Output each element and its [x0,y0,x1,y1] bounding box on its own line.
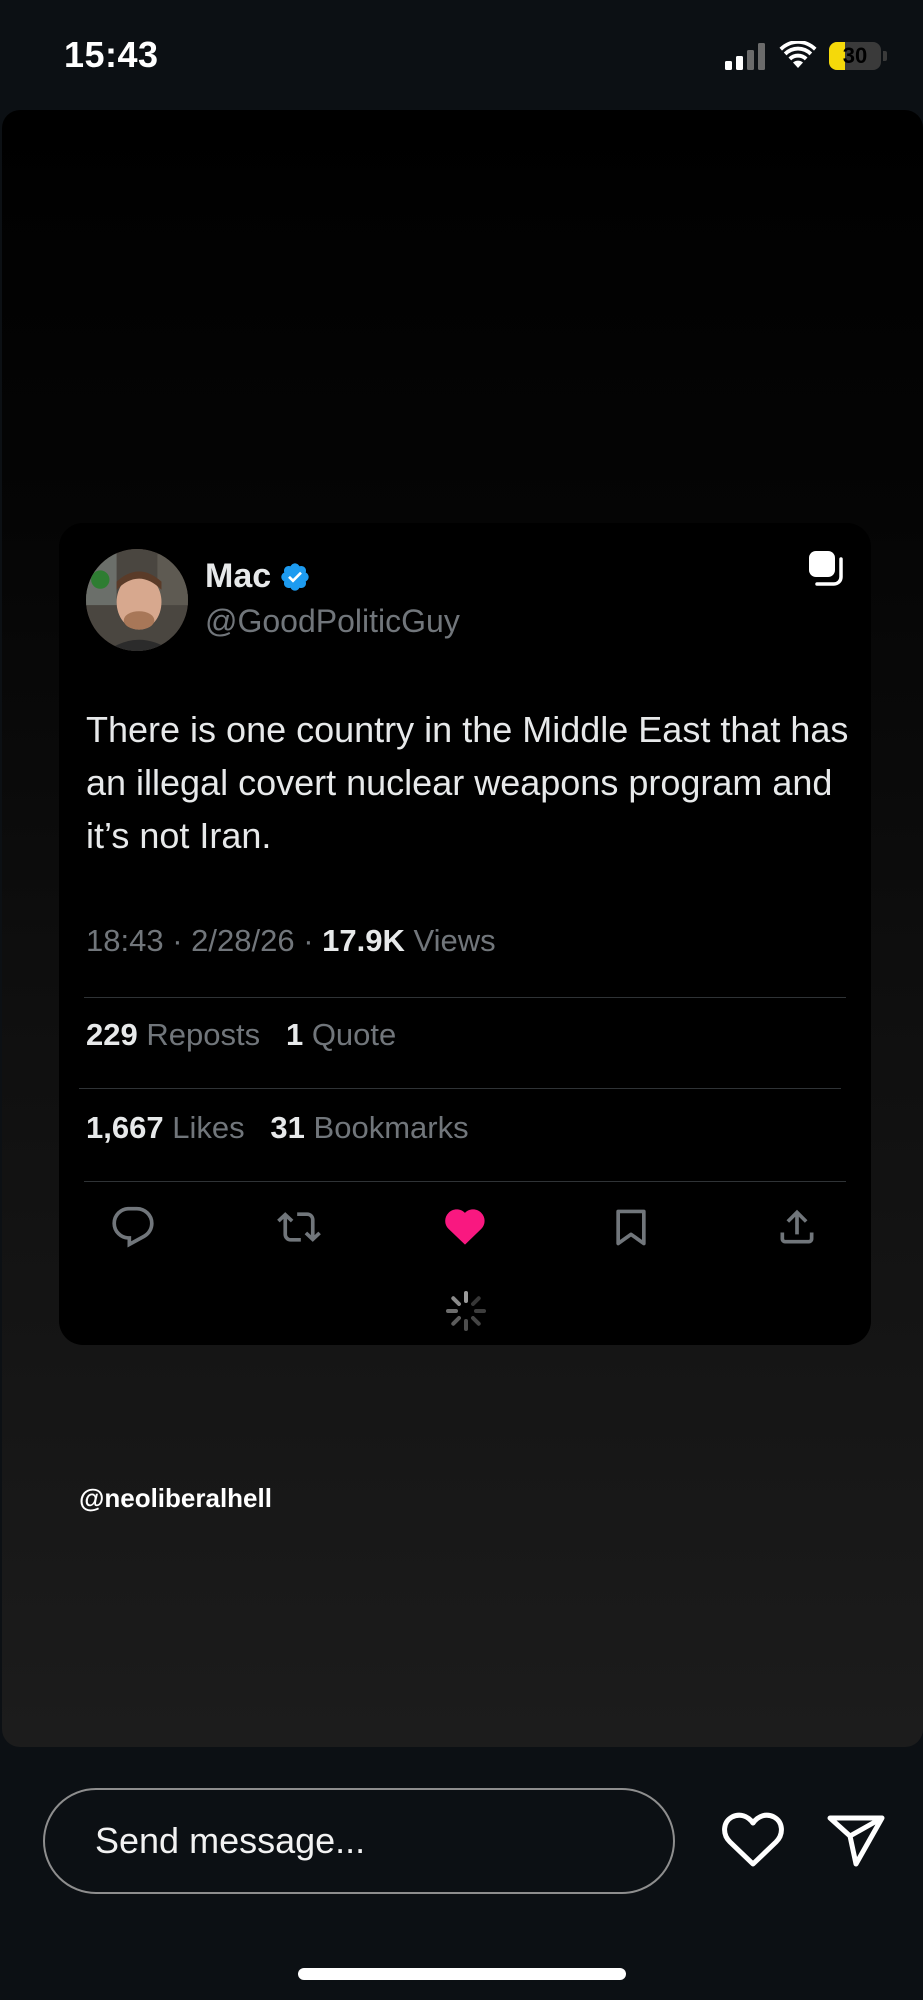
bookmark-icon [616,1209,646,1246]
divider [79,1088,841,1089]
bookmarks-count: 31 [270,1110,305,1145]
share-button[interactable] [773,1203,821,1251]
meta-separator: · [172,923,183,958]
views-label: Views [413,923,496,958]
tweet-date: 2/28/26 [191,923,295,958]
signal-icon [725,43,765,70]
verified-badge-icon [281,562,309,591]
share-icon [780,1209,814,1244]
battery-body: 30 [829,42,881,70]
battery-level: 30 [842,43,868,68]
wifi-icon [779,41,817,68]
tweet-text: There is one country in the Middle East … [86,709,849,856]
avatar[interactable] [86,549,188,651]
loading-spinner-icon [446,1291,486,1331]
tweet-time: 18:43 [86,923,164,958]
send-icon[interactable] [826,1812,886,1868]
tweet-actions [109,1201,821,1253]
battery-icon: 30 [829,42,887,70]
copy-link-icon[interactable] [805,547,847,589]
views-count: 17.9K [322,923,405,958]
avatar-photo [86,549,188,651]
reposts-count: 229 [86,1017,138,1052]
user-handle[interactable]: @GoodPoliticGuy [205,603,460,640]
quotes-count: 1 [285,1017,304,1052]
display-name[interactable]: Mac [205,557,271,596]
heart-outline-icon[interactable] [722,1812,784,1868]
like-button[interactable] [441,1203,489,1251]
home-indicator[interactable] [298,1968,626,1980]
reply-icon [112,1206,154,1248]
tweet-card[interactable]: Mac @GoodPoliticGuy There is one country… [59,523,871,1345]
display-name-row: Mac [205,557,311,596]
story-viewer[interactable]: Mac @GoodPoliticGuy There is one country… [2,110,923,1747]
quotes-label: Quote [311,1017,397,1052]
story-mention[interactable]: @neoliberalhell [79,1483,272,1514]
divider [84,997,846,998]
status-icons: 30 [723,40,887,72]
send-message-input[interactable] [43,1788,675,1894]
likes-label: Likes [172,1110,245,1145]
battery-cap [883,51,887,61]
like-stats[interactable]: 1,667 Likes 31 Bookmarks [86,1110,469,1146]
status-time: 15:43 [64,34,159,75]
bookmarks-label: Bookmarks [313,1110,469,1145]
likes-count: 1,667 [86,1110,164,1145]
tweet-meta: 18:43 · 2/28/26 · 17.9K Views [86,923,496,959]
repost-stats[interactable]: 229 Reposts 1 Quote [86,1017,396,1053]
divider [84,1181,846,1182]
retweet-icon [277,1212,321,1242]
retweet-button[interactable] [275,1203,323,1251]
bookmark-button[interactable] [607,1203,655,1251]
meta-separator: · [303,923,314,958]
status-bar: 15:43 30 [0,0,923,110]
reply-button[interactable] [109,1203,157,1251]
reposts-label: Reposts [146,1017,261,1052]
like-icon [445,1209,485,1245]
